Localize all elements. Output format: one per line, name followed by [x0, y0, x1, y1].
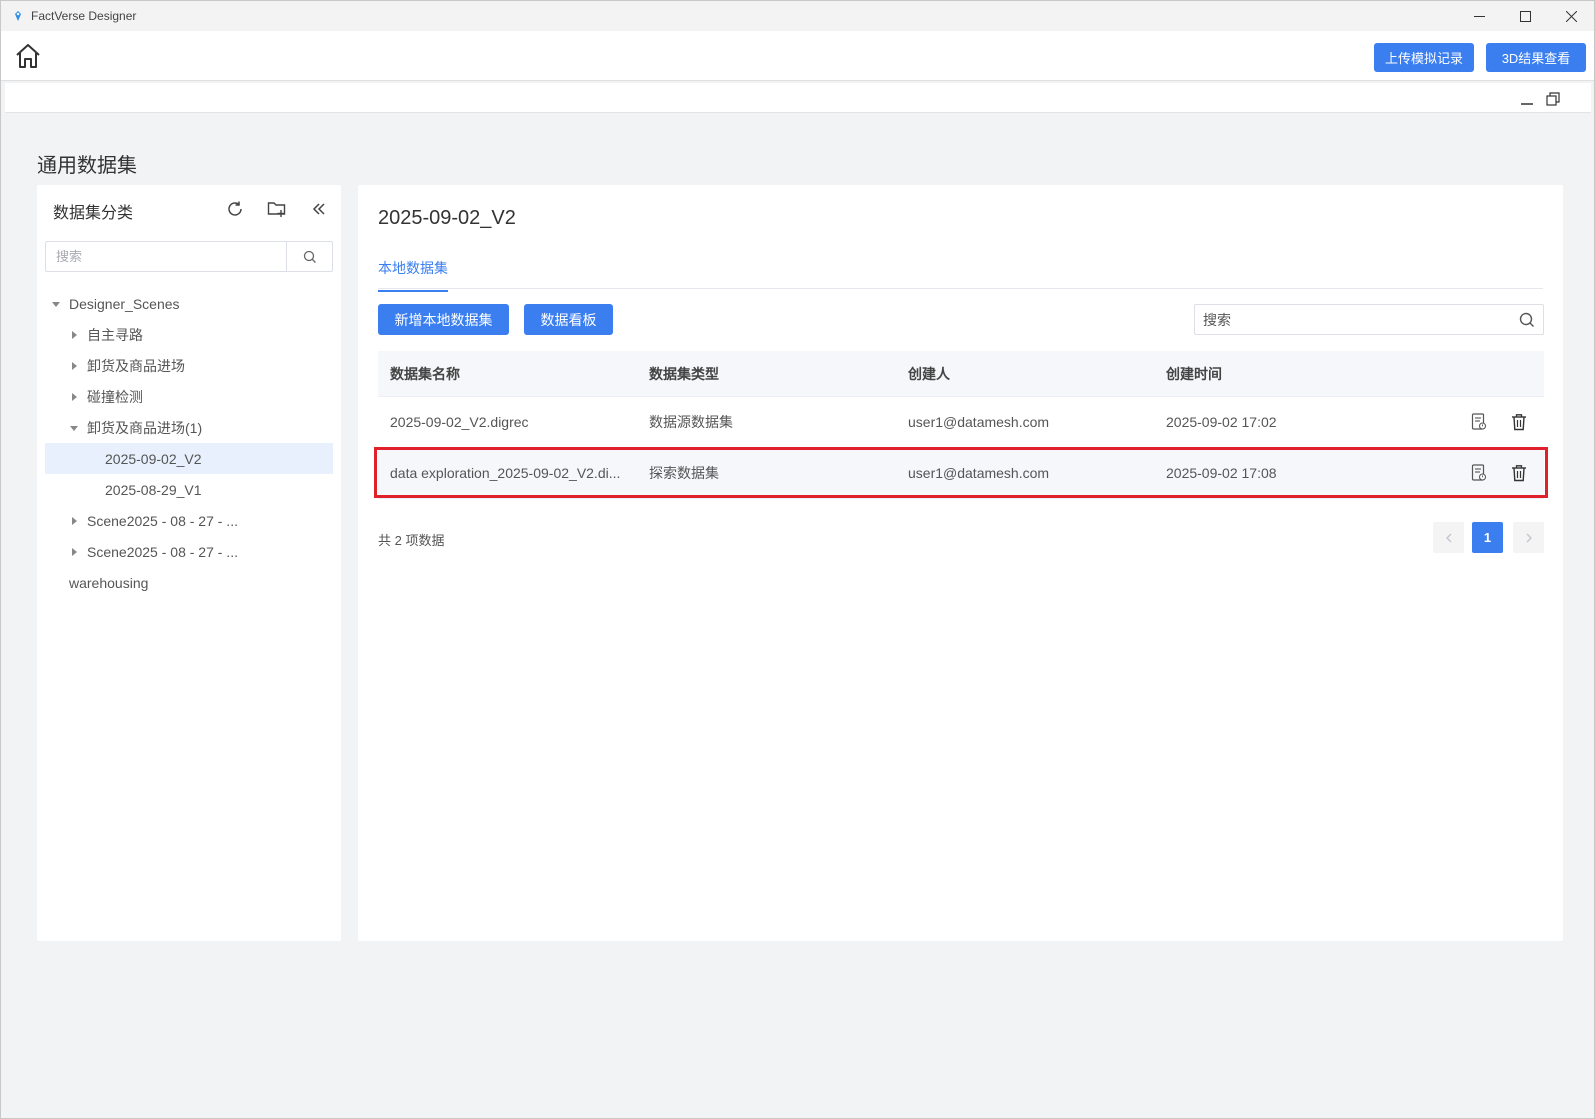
- double-chevron-left-icon: [312, 203, 325, 215]
- add-local-dataset-button[interactable]: 新增本地数据集: [378, 304, 509, 335]
- panel-restore-button[interactable]: [1545, 91, 1561, 107]
- tree-node-label: Designer_Scenes: [69, 295, 180, 312]
- app-header: 上传模拟记录 3D结果查看: [1, 31, 1594, 81]
- chevron-right-icon: [1526, 533, 1532, 542]
- minimize-window-button[interactable]: [1456, 1, 1502, 31]
- refresh-icon: [228, 201, 242, 216]
- chevron-left-icon: [1445, 533, 1451, 542]
- detail-icon[interactable]: [1468, 462, 1490, 484]
- maximize-icon: [1519, 10, 1531, 22]
- page-title: 通用数据集: [37, 155, 137, 177]
- search-icon[interactable]: [1511, 304, 1543, 335]
- caret-down-icon[interactable]: [51, 299, 61, 309]
- app-logo-icon: [11, 9, 25, 23]
- dataset-search-input[interactable]: [1195, 311, 1511, 328]
- detail-icon[interactable]: [1468, 411, 1490, 433]
- tree-node[interactable]: Scene2025 - 08 - 27 - ...: [45, 536, 333, 567]
- caret-right-icon[interactable]: [69, 361, 79, 371]
- maximize-window-button[interactable]: [1502, 1, 1548, 31]
- restore-icon: [1546, 92, 1560, 106]
- tree-node-label: 卸货及商品进场: [87, 357, 185, 374]
- trash-icon[interactable]: [1508, 462, 1530, 484]
- tree-node-selected[interactable]: 2025-09-02_V2: [45, 443, 333, 474]
- total-count: 共 2 项数据: [378, 533, 445, 548]
- title-bar: FactVerse Designer: [1, 1, 1594, 31]
- tree-node-label: warehousing: [69, 574, 149, 591]
- column-header: 数据集类型: [649, 365, 719, 382]
- column-header: 创建人: [908, 365, 950, 382]
- tree-node[interactable]: Scene2025 - 08 - 27 - ...: [45, 505, 333, 536]
- minimize-icon: [1521, 103, 1533, 105]
- dataset-name: 2025-09-02_V2.digrec: [390, 414, 529, 430]
- tree-node[interactable]: warehousing: [45, 567, 333, 598]
- trash-icon[interactable]: [1508, 411, 1530, 433]
- tree-node-label: 2025-08-29_V1: [105, 481, 202, 498]
- tree-node[interactable]: 2025-08-29_V1: [45, 474, 333, 505]
- search-icon: [303, 250, 316, 263]
- dataset-time: 2025-09-02 17:02: [1166, 414, 1277, 430]
- window-title: FactVerse Designer: [31, 9, 137, 23]
- minimize-icon: [1473, 15, 1485, 17]
- dataset-panel: 2025-09-02_V2 本地数据集 新增本地数据集 数据看板 数据集名称 数…: [358, 185, 1563, 941]
- home-icon: [16, 44, 40, 68]
- dataset-type: 探索数据集: [649, 465, 719, 481]
- tree-node[interactable]: 碰撞检测: [45, 381, 333, 412]
- refresh-button[interactable]: [223, 197, 247, 221]
- dataset-creator: user1@datamesh.com: [908, 414, 1050, 430]
- table-row[interactable]: data exploration_2025-09-02_V2.di... 探索数…: [378, 448, 1544, 499]
- tree-node-label: 2025-09-02_V2: [105, 450, 202, 467]
- tree-node-label: Scene2025 - 08 - 27 - ...: [87, 512, 238, 529]
- close-window-button[interactable]: [1548, 1, 1594, 31]
- upload-record-button[interactable]: 上传模拟记录: [1374, 43, 1474, 72]
- tab-local-dataset[interactable]: 本地数据集: [378, 258, 448, 292]
- app-window: FactVerse Designer 上传模拟记录 3D结果查看 通用数据集 数…: [0, 0, 1595, 1119]
- dataset-name: data exploration_2025-09-02_V2.di...: [390, 465, 621, 481]
- folder-add-icon: [267, 202, 286, 217]
- caret-right-icon[interactable]: [69, 547, 79, 557]
- dataset-time: 2025-09-02 17:08: [1166, 465, 1277, 481]
- caret-right-icon[interactable]: [69, 330, 79, 340]
- tree-node-label: Scene2025 - 08 - 27 - ...: [87, 543, 238, 560]
- tree-node-label: 卸货及商品进场(1): [87, 419, 203, 436]
- category-tree: Designer_Scenes 自主寻路 卸货及商品进场 碰撞检测 卸货及商品进…: [45, 288, 333, 598]
- collapse-panel-button[interactable]: [307, 197, 331, 221]
- view-3d-result-button[interactable]: 3D结果查看: [1486, 43, 1586, 72]
- dataset-type: 数据源数据集: [649, 414, 733, 430]
- panel-minimize-button[interactable]: [1519, 91, 1535, 107]
- category-search: [45, 241, 333, 272]
- window-controls: [1456, 1, 1594, 31]
- caret-right-icon[interactable]: [69, 392, 79, 402]
- tree-node[interactable]: 卸货及商品进场: [45, 350, 333, 381]
- dataset-panel-title: 2025-09-02_V2: [378, 207, 516, 229]
- close-icon: [1565, 10, 1577, 22]
- column-header: 数据集名称: [390, 365, 460, 382]
- tab-divider: [378, 288, 1543, 289]
- tree-node[interactable]: 卸货及商品进场(1): [45, 412, 333, 443]
- table-header: 数据集名称 数据集类型 创建人 创建时间: [378, 351, 1544, 397]
- caret-right-icon[interactable]: [69, 516, 79, 526]
- caret-down-icon[interactable]: [69, 423, 79, 433]
- next-page-button[interactable]: [1513, 522, 1544, 553]
- data-dashboard-button[interactable]: 数据看板: [524, 304, 613, 335]
- prev-page-button[interactable]: [1433, 522, 1464, 553]
- tree-node-label: 碰撞检测: [87, 388, 143, 405]
- column-header: 创建时间: [1166, 365, 1222, 382]
- tree-node-designer-scenes[interactable]: Designer_Scenes: [45, 288, 333, 319]
- dataset-search: [1194, 304, 1544, 335]
- category-panel: 数据集分类 搜索 Designer_Scenes 自主寻路 卸货及商品进场 碰撞…: [37, 185, 341, 941]
- page-number-button[interactable]: 1: [1472, 522, 1503, 553]
- home-button[interactable]: [13, 41, 43, 71]
- sub-toolbar: [5, 83, 1591, 113]
- category-panel-title: 数据集分类: [53, 205, 134, 222]
- tree-node[interactable]: 自主寻路: [45, 319, 333, 350]
- add-folder-button[interactable]: [265, 197, 289, 221]
- dataset-creator: user1@datamesh.com: [908, 465, 1050, 481]
- dataset-table: 数据集名称 数据集类型 创建人 创建时间 2025-09-02_V2.digre…: [378, 351, 1544, 499]
- tree-node-label: 自主寻路: [87, 326, 143, 343]
- category-search-input[interactable]: [46, 242, 286, 271]
- table-row[interactable]: 2025-09-02_V2.digrec 数据源数据集 user1@datame…: [378, 397, 1544, 448]
- category-search-button[interactable]: [286, 242, 332, 271]
